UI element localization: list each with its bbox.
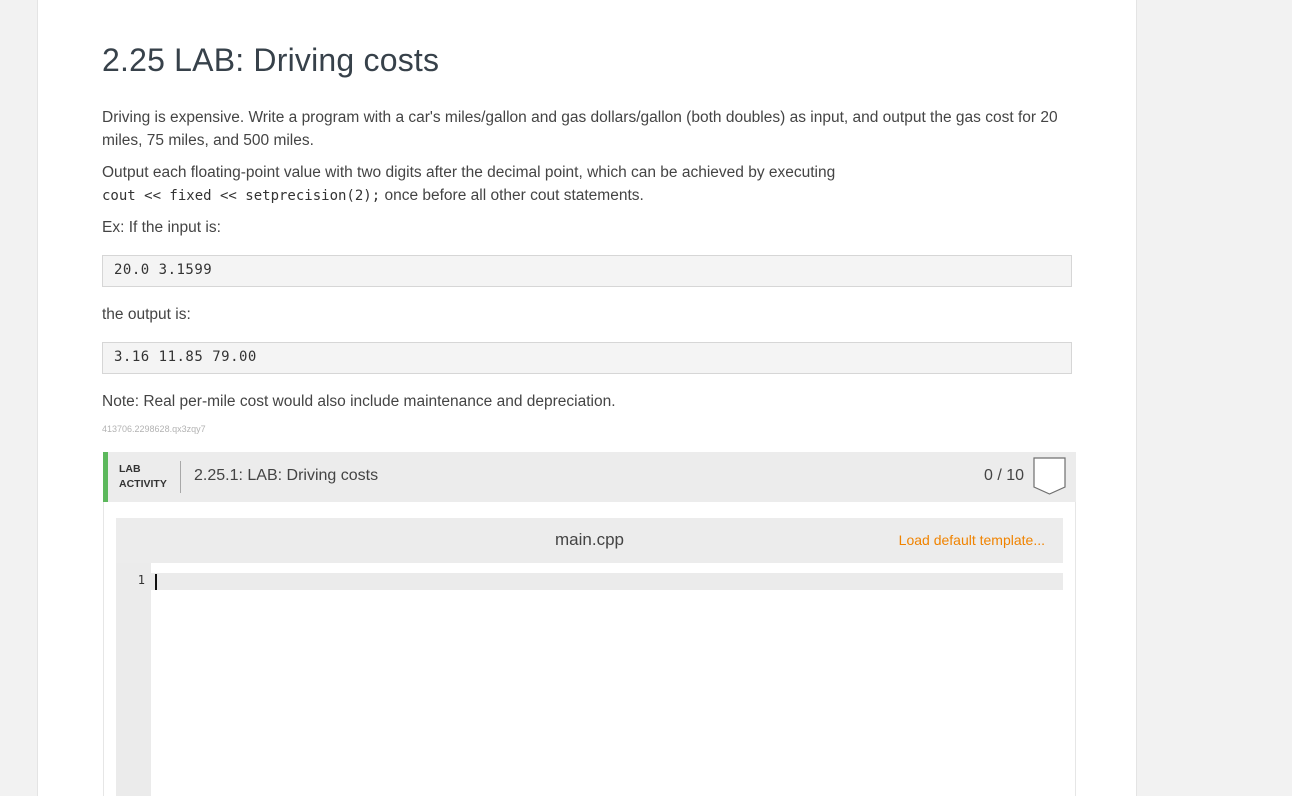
line-number: 1 <box>116 573 145 587</box>
load-default-template-link[interactable]: Load default template... <box>899 532 1045 548</box>
line-gutter: 1 <box>116 563 151 796</box>
note-paragraph: Note: Real per-mile cost would also incl… <box>102 390 1062 413</box>
lab-activity-name: 2.25.1: LAB: Driving costs <box>194 467 378 485</box>
lab-score: 0 / 10 <box>984 467 1024 485</box>
format-text-before: Output each floating-point value with tw… <box>102 164 835 181</box>
lab-activity-body: main.cpp Load default template... 1 <box>103 502 1076 796</box>
example-input-label: Ex: If the input is: <box>102 216 1062 239</box>
format-paragraph: Output each floating-point value with tw… <box>102 161 1062 208</box>
lab-activity-tag: LAB ACTIVITY <box>119 462 167 492</box>
shield-badge-icon <box>1033 457 1066 500</box>
lab-activity-header: LAB ACTIVITY 2.25.1: LAB: Driving costs … <box>103 452 1076 502</box>
lab-divider <box>180 461 181 493</box>
page-title: 2.25 LAB: Driving costs <box>102 42 439 79</box>
content-page: 2.25 LAB: Driving costs Driving is expen… <box>37 0 1137 796</box>
format-code: cout << fixed << setprecision(2); <box>102 188 380 204</box>
lab-tag-line2: ACTIVITY <box>119 478 167 490</box>
editor-header: main.cpp Load default template... <box>116 518 1063 563</box>
format-text-after: once before all other cout statements. <box>380 187 644 204</box>
lab-tag-line1: LAB <box>119 463 141 475</box>
example-output-label: the output is: <box>102 303 1062 326</box>
code-editor[interactable]: 1 <box>116 563 1063 796</box>
example-output-box: 3.16 11.85 79.00 <box>102 342 1072 374</box>
intro-paragraph: Driving is expensive. Write a program wi… <box>102 106 1062 152</box>
problem-id: 413706.2298628.qx3zqy7 <box>102 424 206 434</box>
text-cursor <box>155 574 157 590</box>
active-line-highlight[interactable] <box>151 573 1063 590</box>
example-input-box: 20.0 3.1599 <box>102 255 1072 287</box>
